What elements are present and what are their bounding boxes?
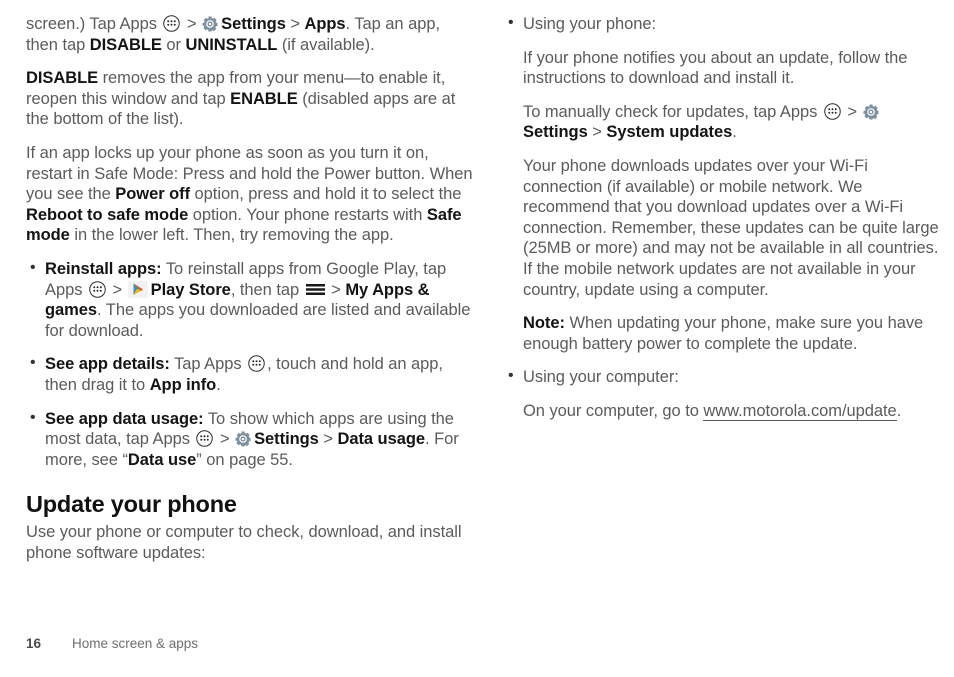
hamburger-menu-icon bbox=[305, 283, 325, 296]
bold-system-updates: System updates bbox=[606, 123, 733, 142]
bold-note-label: Note: bbox=[523, 314, 565, 333]
apps-icon bbox=[89, 280, 106, 298]
left-column: screen.) Tap Apps > Settings > Apps. Tap… bbox=[26, 14, 476, 563]
list-item-see-app-details: See app details: Tap Apps , touch and ho… bbox=[26, 353, 476, 395]
list-item-using-your-phone: Using your phone: bbox=[504, 13, 940, 35]
document-page: screen.) Tap Apps > Settings > Apps. Tap… bbox=[0, 0, 954, 677]
bold-reboot-safe-mode: Reboot to safe mode bbox=[26, 205, 189, 224]
text-run: > bbox=[587, 123, 607, 142]
paragraph-disable-intro: screen.) Tap Apps > Settings > Apps. Tap… bbox=[26, 14, 476, 55]
footer-page-number: 16 bbox=[26, 636, 42, 651]
bold-apps: Apps bbox=[304, 15, 346, 33]
list-item-reinstall-apps: Reinstall apps: To reinstall apps from G… bbox=[26, 258, 476, 341]
paragraph-download-details: Your phone downloads updates over your W… bbox=[523, 156, 939, 299]
bold-app-info: App info bbox=[149, 375, 217, 394]
apps-icon bbox=[248, 355, 265, 373]
bold-label: Reinstall apps: bbox=[45, 259, 162, 278]
text-run: . bbox=[896, 401, 902, 420]
bold-settings: Settings bbox=[254, 430, 319, 449]
paragraph-note: Note: When updating your phone, make sur… bbox=[504, 313, 940, 354]
text-run: On your computer, go to bbox=[523, 401, 704, 420]
bold-label: See app data usage: bbox=[45, 409, 204, 428]
text-run: When updating your phone, make sure you … bbox=[523, 314, 924, 353]
text-run: screen.) Tap Apps bbox=[26, 15, 162, 33]
list-item-see-app-data-usage: See app data usage: To show which apps a… bbox=[26, 408, 476, 471]
text-run: > bbox=[285, 15, 305, 33]
text-run: or bbox=[161, 35, 186, 54]
play-store-icon bbox=[127, 280, 148, 298]
motorola-update-link[interactable]: www.motorola.com/update bbox=[703, 401, 897, 421]
bold-enable: ENABLE bbox=[230, 89, 298, 108]
bold-settings: Settings bbox=[221, 15, 286, 33]
gear-icon bbox=[863, 104, 879, 120]
bold-disable: DISABLE bbox=[89, 35, 162, 54]
right-column: Using your phone: If your phone notifies… bbox=[504, 13, 940, 422]
footer-chapter-title: Home screen & apps bbox=[72, 636, 199, 651]
text-run: > bbox=[107, 280, 127, 299]
text-run: > bbox=[215, 430, 235, 449]
text-run: Tap Apps bbox=[169, 355, 247, 374]
text-run: , then tap bbox=[230, 280, 304, 299]
bold-data-use: Data use bbox=[127, 450, 197, 469]
bold-settings: Settings bbox=[523, 123, 588, 142]
text-run: (if available). bbox=[277, 35, 375, 54]
bold-uninstall: UNINSTALL bbox=[185, 35, 278, 54]
apps-icon bbox=[824, 103, 841, 120]
text-run: > bbox=[318, 430, 338, 449]
paragraph-update-notification: If your phone notifies you about an upda… bbox=[523, 48, 908, 88]
paragraph-computer-url: On your computer, go to www.motorola.com… bbox=[504, 401, 940, 422]
section-heading-update-your-phone: Update your phone bbox=[26, 491, 237, 518]
apps-icon bbox=[163, 15, 181, 32]
bold-data-usage: Data usage bbox=[337, 430, 425, 449]
bold-play-store: Play Store bbox=[150, 280, 231, 299]
text-run: option, press and hold it to select the bbox=[190, 185, 462, 204]
text-run: > bbox=[182, 15, 202, 33]
paragraph-safe-mode: If an app locks up your phone as soon as… bbox=[26, 143, 476, 246]
gear-icon bbox=[202, 16, 218, 32]
bold-disable: DISABLE bbox=[26, 69, 99, 88]
text-run: ” on page 55. bbox=[196, 450, 293, 469]
bold-label: See app details: bbox=[45, 355, 170, 374]
text-run: . The apps you downloaded are listed and… bbox=[45, 301, 471, 340]
paragraph-disable-explain: DISABLE removes the app from your menu—t… bbox=[26, 68, 476, 130]
apps-icon bbox=[196, 430, 214, 447]
text-run: . bbox=[216, 375, 221, 394]
text-run: > bbox=[326, 280, 346, 299]
text-run: in the lower left. Then, try removing th… bbox=[69, 226, 394, 245]
gear-icon bbox=[235, 431, 251, 447]
paragraph-manual-check: To manually check for updates, tap Apps … bbox=[504, 102, 940, 143]
text-run: > bbox=[842, 102, 862, 121]
bold-power-off: Power off bbox=[115, 185, 191, 204]
text-run: To manually check for updates, tap Apps bbox=[523, 102, 822, 121]
text-run: option. Your phone restarts with bbox=[188, 205, 427, 224]
section-intro-text: Use your phone or computer to check, dow… bbox=[26, 523, 462, 562]
text-run: . bbox=[732, 123, 737, 142]
list-item-using-your-computer: Using your computer: bbox=[504, 366, 940, 388]
page-footer: 16 Home screen & apps bbox=[26, 636, 198, 651]
